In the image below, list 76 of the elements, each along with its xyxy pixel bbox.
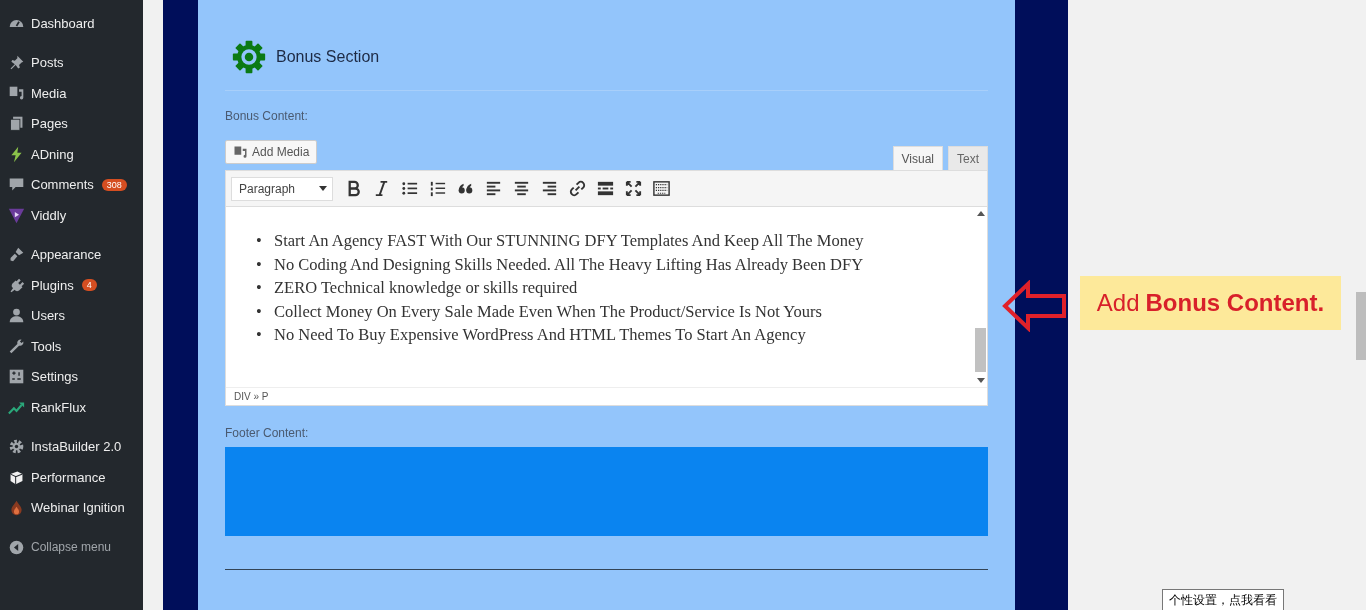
media-icon — [8, 84, 25, 102]
collapse-menu-button[interactable]: Collapse menu — [0, 532, 143, 563]
caret-icon — [319, 186, 327, 191]
gear-icon — [232, 40, 266, 74]
gear-icon — [8, 438, 25, 456]
sidebar-item[interactable]: Pages — [0, 108, 143, 139]
sidebar-item[interactable]: ADning — [0, 139, 143, 170]
scroll-thumb[interactable] — [975, 328, 986, 372]
bullet-text: Start An Agency FAST With Our STUNNING DFY Templates And Keep All The Money — [274, 230, 864, 252]
element-path: DIV » P — [234, 391, 269, 402]
sidebar-label: Plugins — [31, 277, 74, 293]
scroll-down-icon[interactable] — [976, 378, 985, 383]
sidebar-label: Performance — [31, 469, 106, 485]
sidebar-label: Settings — [31, 369, 78, 385]
sidebar-item[interactable]: Dashboard — [0, 8, 143, 39]
sidebar-label: Users — [31, 308, 65, 324]
bullet-text: No Need To Buy Expensive WordPress And HTML Themes To Start An Agency — [274, 324, 806, 346]
sidebar-label: Media — [31, 85, 67, 101]
sidebar-item[interactable]: Viddly — [0, 200, 143, 231]
sidebar-label: Appearance — [31, 247, 102, 263]
count-badge: 4 — [81, 279, 97, 292]
bullet-marker: • — [256, 300, 263, 323]
sidebar-label: Pages — [31, 116, 68, 132]
collapse-icon — [8, 538, 25, 556]
sidebar-label: Posts — [31, 55, 64, 71]
sidebar-item[interactable]: Posts — [0, 47, 143, 78]
sidebar-item[interactable]: Tools — [0, 331, 143, 362]
bullet-marker: • — [256, 324, 263, 346]
bullet-marker: • — [256, 277, 263, 299]
flame-icon — [8, 499, 25, 517]
editor-tab[interactable]: Text — [948, 146, 988, 170]
bullet-text: No Coding And Designing Skills Needed. All The Heavy Lifting Has Already Been DFY — [274, 253, 864, 276]
tooltip: 个性设置，点我看看 — [1162, 589, 1284, 610]
sidebar-label: RankFlux — [31, 399, 86, 415]
sidebar-label: Viddly — [31, 207, 67, 223]
editor-tab[interactable]: Visual — [892, 146, 943, 170]
wrench-icon — [8, 337, 25, 355]
sidebar-label: InstaBuilder 2.0 — [31, 439, 122, 455]
sidebar-item[interactable]: Settings — [0, 361, 143, 392]
sidebar-item[interactable]: Appearance — [0, 239, 143, 270]
footer-content-field[interactable] — [225, 447, 988, 536]
sidebar-item[interactable]: Users — [0, 300, 143, 331]
sidebar-item[interactable]: Comments 308 — [0, 169, 143, 200]
section-title: Bonus Section — [276, 48, 380, 66]
bullet-text: Collect Money On Every Sale Made Even When The Product/Service Is Not Yours — [274, 300, 822, 323]
user-icon — [8, 307, 25, 325]
sidebar-item[interactable]: InstaBuilder 2.0 — [0, 431, 143, 462]
bullet-marker: • — [256, 230, 263, 252]
count-badge: 308 — [101, 178, 127, 191]
left-arrow-icon — [1002, 280, 1068, 332]
sidebar-label: Webinar Ignition — [31, 500, 125, 516]
plug-icon — [8, 276, 25, 294]
sidebar-label: Tools — [31, 338, 62, 354]
media-icon — [233, 144, 248, 160]
sidebar-item[interactable]: Media — [0, 78, 143, 109]
callout-note: Add Bonus Content. — [1080, 276, 1341, 330]
field-label: Bonus Content: — [225, 109, 309, 123]
sidebar-item[interactable]: Performance — [0, 462, 143, 493]
settings-icon — [8, 368, 25, 386]
bullet-marker: • — [256, 253, 263, 276]
field-label: Footer Content: — [225, 426, 310, 440]
play-icon — [8, 206, 25, 224]
sidebar-item[interactable]: RankFlux — [0, 392, 143, 423]
sidebar-label: Comments — [31, 177, 94, 193]
add-media-button[interactable]: Add Media — [225, 140, 318, 164]
pushpin-icon — [8, 54, 25, 72]
bullet-text: ZERO Technical knowledge or skills required — [274, 277, 578, 299]
sidebar-item[interactable]: Webinar Ignition — [0, 492, 143, 523]
sidebar-item[interactable]: Plugins 4 — [0, 270, 143, 301]
pages-icon — [8, 115, 25, 133]
sidebar-label: Dashboard — [31, 15, 95, 31]
page-scrollbar[interactable] — [1356, 292, 1366, 360]
scroll-up-icon[interactable] — [976, 211, 985, 216]
paintbrush-icon — [8, 246, 25, 264]
format-select[interactable]: Paragraph — [231, 176, 333, 201]
sidebar-label: ADning — [31, 146, 74, 162]
